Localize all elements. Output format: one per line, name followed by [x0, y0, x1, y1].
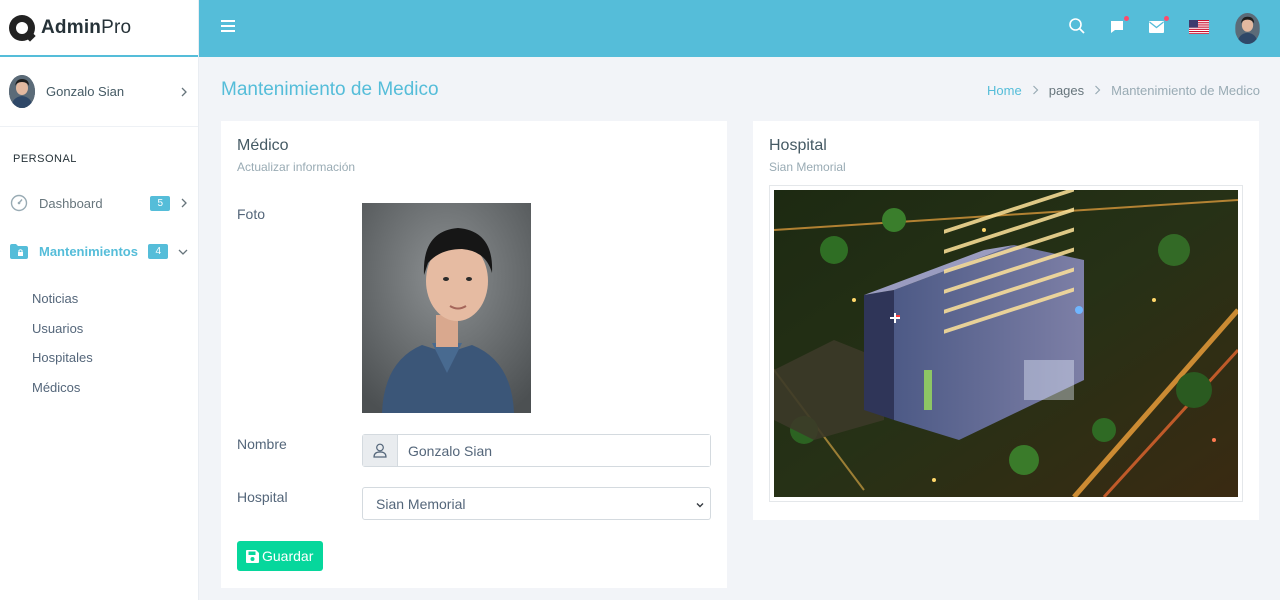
- hospital-image[interactable]: [769, 185, 1243, 502]
- card-subtitle: Sian Memorial: [769, 160, 846, 174]
- sidebar-item-dashboard[interactable]: Dashboard 5: [9, 193, 198, 213]
- sidebar-item-mantenimientos[interactable]: Mantenimientos 4: [9, 241, 198, 261]
- chevron-right-icon: [180, 195, 188, 211]
- topbar: [199, 0, 1280, 57]
- count-badge: 5: [150, 195, 170, 211]
- breadcrumb: Home pages Mantenimiento de Medico: [987, 83, 1260, 98]
- nombre-input[interactable]: [398, 435, 710, 466]
- count-badge: 4: [148, 243, 168, 259]
- hospital-select-value: Sian Memorial: [376, 496, 466, 512]
- submenu-item-hospitales[interactable]: Hospitales: [0, 343, 198, 373]
- logo-icon: [9, 14, 35, 41]
- chat-icon[interactable]: [1109, 16, 1129, 37]
- gauge-icon: [9, 194, 28, 213]
- brand-name-bold: Admin: [41, 16, 102, 38]
- avatar: [9, 75, 35, 108]
- folder-lock-icon: [9, 242, 28, 261]
- submenu: Noticias Usuarios Hospitales Médicos: [0, 284, 198, 402]
- breadcrumb-separator: [1094, 83, 1101, 98]
- hospital-select[interactable]: Sian Memorial: [362, 487, 711, 520]
- save-button[interactable]: Guardar: [237, 541, 324, 571]
- search-icon[interactable]: [1068, 17, 1088, 37]
- brand-name-light: Pro: [101, 16, 132, 38]
- card-subtitle: Actualizar información: [237, 160, 356, 174]
- profile-avatar[interactable]: [1235, 13, 1260, 44]
- medico-card: Médico Actualizar información Foto Nombr…: [221, 121, 727, 588]
- sidebar-item-label: Dashboard: [39, 195, 103, 211]
- breadcrumb-home[interactable]: Home: [987, 83, 1022, 98]
- breadcrumb-separator: [1032, 83, 1039, 98]
- menu-icon[interactable]: [221, 20, 235, 32]
- user-name: Gonzalo Sian: [46, 84, 125, 99]
- breadcrumb-current: Mantenimiento de Medico: [1111, 83, 1260, 98]
- page-title: Mantenimiento de Medico: [221, 79, 439, 100]
- notification-dot: [1124, 16, 1129, 21]
- us-flag-icon[interactable]: [1189, 20, 1209, 40]
- nombre-label: Nombre: [237, 436, 287, 452]
- submenu-item-usuarios[interactable]: Usuarios: [0, 314, 198, 344]
- submenu-item-medicos[interactable]: Médicos: [0, 373, 198, 403]
- medico-photo[interactable]: [362, 203, 531, 413]
- hospital-label: Hospital: [237, 489, 288, 505]
- notification-dot: [1164, 16, 1169, 21]
- submenu-item-noticias[interactable]: Noticias: [0, 284, 198, 314]
- chevron-down-icon: [695, 497, 705, 513]
- mail-icon[interactable]: [1149, 16, 1169, 37]
- nombre-input-group: [362, 434, 711, 467]
- foto-label: Foto: [237, 206, 266, 222]
- sidebar: AdminPro Gonzalo Sian PERSONAL Dashboard…: [0, 0, 199, 600]
- card-title: Médico: [237, 137, 289, 154]
- chevron-right-icon: [180, 84, 188, 100]
- breadcrumb-pages[interactable]: pages: [1049, 83, 1084, 98]
- save-button-label: Guardar: [262, 548, 314, 564]
- floppy-disk-icon: [246, 549, 259, 563]
- hospital-card: Hospital Sian Memorial: [753, 121, 1259, 520]
- nav-caption: PERSONAL: [13, 153, 77, 165]
- logo[interactable]: AdminPro: [0, 0, 198, 57]
- card-title: Hospital: [769, 137, 827, 154]
- sidebar-item-label: Mantenimientos: [39, 243, 138, 259]
- user-profile[interactable]: Gonzalo Sian: [0, 57, 198, 127]
- chevron-down-icon: [178, 243, 188, 259]
- user-icon: [363, 435, 398, 466]
